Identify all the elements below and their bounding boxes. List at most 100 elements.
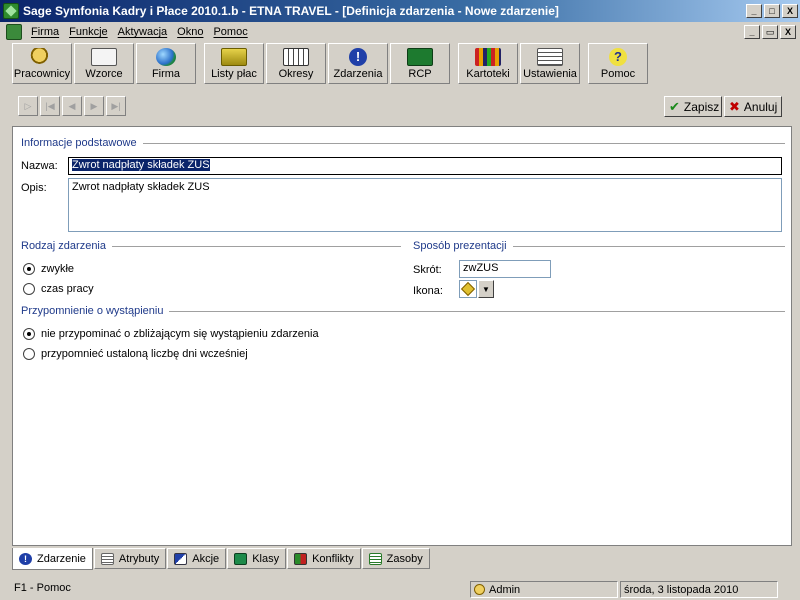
tab-konflikty[interactable]: Konflikty (287, 548, 361, 569)
money-icon (221, 48, 247, 66)
radio-label: przypomnieć ustaloną liczbę dni wcześnie… (41, 348, 248, 360)
classes-icon (234, 552, 248, 565)
child-close-button[interactable]: X (780, 25, 796, 39)
short-label: Skrót: (413, 264, 442, 276)
type-worktime-radio[interactable]: czas pracy (23, 283, 94, 295)
templates-icon (91, 48, 117, 66)
save-label: Zapisz (683, 99, 720, 114)
toolbar-ustawienia-button[interactable]: Ustawienia (520, 43, 580, 84)
window-title: Sage Symfonia Kadry i Płace 2010.1.b - E… (23, 4, 559, 18)
toolbar-wzorce-button[interactable]: Wzorce (74, 43, 134, 84)
previous-record-icon[interactable]: ◀ (62, 96, 82, 116)
exclamation-icon: ! (349, 48, 367, 66)
basic-info-section: Informacje podstawowe (21, 137, 785, 149)
tab-atrybuty[interactable]: Atrybuty (93, 548, 167, 569)
help-icon: ? (609, 48, 627, 66)
toolbar-zdarzenia-button[interactable]: ! Zdarzenia (328, 43, 388, 84)
cross-icon: ✖ (729, 98, 740, 114)
toolbar-label: Okresy (278, 68, 314, 80)
app-icon (3, 3, 19, 19)
card-reader-icon (407, 48, 433, 66)
radio-selected-icon (23, 263, 35, 275)
cancel-label: Anuluj (743, 99, 778, 114)
icon-picker[interactable]: ▼ (459, 280, 494, 298)
description-field[interactable]: Zwrot nadpłaty składek ZUS (68, 178, 782, 232)
toolbar-pomoc-button[interactable]: ? Pomoc (588, 43, 648, 84)
record-edit-icon[interactable]: ▷ (18, 96, 38, 116)
tab-label: Klasy (252, 552, 280, 565)
toolbar-pracownicy-button[interactable]: Pracownicy (12, 43, 72, 84)
resources-icon (368, 552, 382, 565)
icon-label: Ikona: (413, 285, 443, 297)
menu-okno[interactable]: Okno (172, 26, 208, 38)
section-title: Rodzaj zdarzenia (21, 240, 106, 252)
chevron-down-icon[interactable]: ▼ (478, 280, 494, 298)
toolbar-okresy-button[interactable]: Okresy (266, 43, 326, 84)
toolbar-label: Ustawienia (523, 68, 577, 80)
short-field[interactable]: zwZUS (459, 260, 551, 278)
radio-label: zwykłe (41, 263, 75, 275)
last-record-icon[interactable]: ▶| (106, 96, 126, 116)
radio-label: nie przypominać o zbliżającym się wystąp… (41, 328, 319, 340)
toolbar-label: RCP (408, 68, 432, 80)
reminder-none-radio[interactable]: nie przypominać o zbliżającym się wystąp… (23, 328, 319, 340)
user-name: Admin (489, 583, 521, 596)
tab-akcje[interactable]: Akcje (167, 548, 227, 569)
menu-funkcje[interactable]: Funkcje (64, 26, 113, 38)
record-navigation-bar: ▷ |◀ ◀ ▶ ▶| ✔ Zapisz ✖ Anuluj (0, 94, 800, 120)
tab-zdarzenie[interactable]: ! Zdarzenie (12, 548, 93, 570)
main-toolbar: Pracownicy Wzorce Firma Listy płac Okres… (0, 42, 800, 86)
title-bar: Sage Symfonia Kadry i Płace 2010.1.b - E… (0, 0, 800, 22)
reminder-days-radio[interactable]: przypomnieć ustaloną liczbę dni wcześnie… (23, 348, 248, 360)
type-regular-radio[interactable]: zwykłe (23, 263, 74, 275)
next-record-icon[interactable]: ▶ (84, 96, 104, 116)
people-icon (29, 48, 55, 66)
menu-firma[interactable]: Firma (26, 26, 64, 38)
menu-pomoc[interactable]: Pomoc (208, 26, 252, 38)
section-title: Przypomnienie o wystąpieniu (21, 305, 164, 317)
toolbar-kartoteki-button[interactable]: Kartoteki (458, 43, 518, 84)
radio-selected-icon (23, 328, 35, 340)
close-button[interactable]: X (782, 4, 798, 18)
toolbar-label: Kartoteki (466, 68, 510, 80)
description-label: Opis: (21, 182, 47, 194)
event-definition-panel: Informacje podstawowe Nazwa: Zwrot nadpł… (12, 126, 792, 546)
date-status: środa, 3 listopada 2010 (620, 581, 778, 598)
name-field[interactable]: Zwrot nadpłaty składek ZUS (68, 157, 782, 175)
toolbar-label: Listy płac (211, 68, 257, 80)
status-bar: F1 - Pomoc Admin środa, 3 listopada 2010 (0, 579, 800, 600)
document-menu-icon[interactable] (6, 24, 22, 40)
attributes-icon (100, 552, 114, 565)
tab-label: Konflikty (312, 552, 354, 565)
section-title: Informacje podstawowe (21, 137, 137, 149)
tab-klasy[interactable]: Klasy (227, 548, 287, 569)
child-restore-button[interactable]: ▭ (762, 25, 778, 39)
toolbar-rcp-button[interactable]: RCP (390, 43, 450, 84)
conflicts-icon (294, 552, 308, 565)
toolbar-listy-plac-button[interactable]: Listy płac (204, 43, 264, 84)
reminder-section: Przypomnienie o wystąpieniu (21, 305, 785, 317)
globe-icon (156, 48, 176, 66)
toolbar-label: Wzorce (85, 68, 123, 80)
exclamation-icon: ! (19, 552, 32, 565)
cancel-button[interactable]: ✖ Anuluj (724, 96, 782, 117)
tab-zasoby[interactable]: Zasoby (361, 548, 430, 569)
checkmark-icon: ✔ (669, 98, 680, 114)
tab-label: Zdarzenie (37, 552, 86, 565)
presentation-section: Sposób prezentacji (413, 240, 785, 252)
toolbar-label: Pracownicy (13, 68, 71, 80)
toolbar-label: Pomoc (600, 68, 636, 80)
menu-aktywacja[interactable]: Aktywacja (113, 26, 173, 38)
user-status: Admin (470, 581, 618, 598)
first-record-icon[interactable]: |◀ (40, 96, 60, 116)
event-icon (459, 280, 477, 298)
save-button[interactable]: ✔ Zapisz (664, 96, 722, 117)
minimize-button[interactable]: _ (746, 4, 762, 18)
menu-bar: Firma Funkcje Aktywacja Okno Pomoc _ ▭ X (0, 22, 800, 42)
child-minimize-button[interactable]: _ (744, 25, 760, 39)
toolbar-firma-button[interactable]: Firma (136, 43, 196, 84)
maximize-button[interactable]: □ (764, 4, 780, 18)
tab-label: Zasoby (386, 552, 423, 565)
name-value: Zwrot nadpłaty składek ZUS (72, 159, 210, 171)
actions-icon (174, 552, 188, 565)
